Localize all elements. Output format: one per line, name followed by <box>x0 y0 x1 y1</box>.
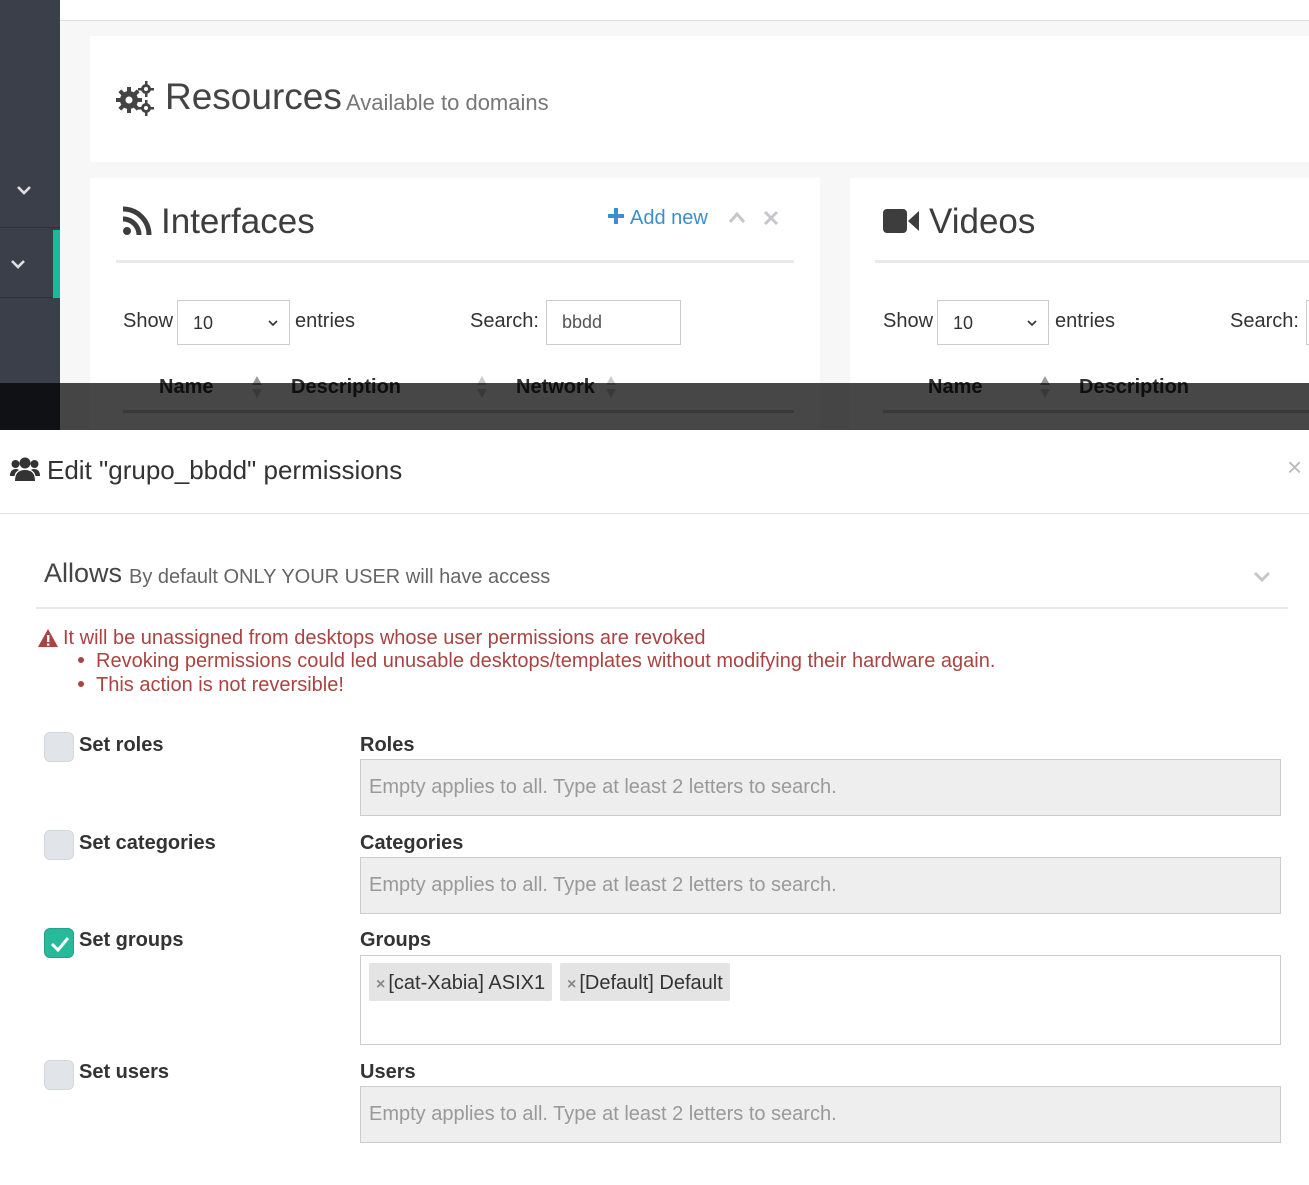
categories-label: Categories <box>360 832 464 854</box>
checkmark-icon <box>50 937 70 953</box>
close-icon[interactable] <box>763 210 779 226</box>
background-page: Resources Available to domains Interface… <box>0 0 1309 430</box>
modal-backdrop[interactable] <box>0 383 1309 430</box>
set-users-label: Set users <box>79 1061 170 1083</box>
entries-label: entries <box>1055 310 1116 332</box>
set-categories-label: Set categories <box>79 832 216 854</box>
entries-label: entries <box>295 310 356 332</box>
chevron-down-icon <box>17 186 31 195</box>
divider <box>116 260 794 263</box>
users-label: Users <box>360 1061 416 1083</box>
groups-input[interactable]: × [cat-Xabia] ASIX1 × [Default] Default <box>360 955 1281 1045</box>
add-new-link[interactable]: Add new <box>630 207 708 230</box>
cogs-icon <box>116 81 154 116</box>
entries-value: 10 <box>193 313 214 333</box>
divider <box>36 607 1288 609</box>
rss-icon <box>122 206 152 236</box>
page-title: Resources <box>165 76 342 117</box>
page-subtitle: Available to domains <box>346 90 549 115</box>
categories-placeholder: Empty applies to all. Type at least 2 le… <box>369 874 837 896</box>
warning-list-item: Revoking permissions could led unusable … <box>78 650 995 673</box>
set-roles-label: Set roles <box>79 734 164 756</box>
show-label: Show <box>883 310 934 332</box>
chevron-down-icon <box>268 320 278 327</box>
roles-input[interactable]: Empty applies to all. Type at least 2 le… <box>360 759 1281 816</box>
group-tag: × [cat-Xabia] ASIX1 <box>369 963 552 1001</box>
search-input[interactable] <box>546 300 681 345</box>
entries-value: 10 <box>953 313 974 333</box>
panel-title: Videos <box>929 202 1036 241</box>
allows-subtitle: By default ONLY YOUR USER will have acce… <box>129 566 551 588</box>
chevron-down-icon[interactable] <box>1252 569 1272 585</box>
users-icon <box>10 457 40 481</box>
warning-list-item: This action is not reversible! <box>78 674 344 697</box>
warning-message: It will be unassigned from desktops whos… <box>63 627 706 649</box>
sidebar <box>0 0 60 430</box>
search-label: Search: <box>1230 310 1299 332</box>
show-label: Show <box>123 310 174 332</box>
modal-header: Edit "grupo_bbdd" permissions × <box>0 430 1309 514</box>
modal-title: Edit "grupo_bbdd" permissions <box>47 455 403 485</box>
entries-select[interactable]: 10 <box>177 300 290 345</box>
modal-close-button[interactable]: × <box>1287 452 1302 483</box>
video-camera-icon <box>883 209 919 233</box>
chevron-down-icon <box>1027 320 1037 327</box>
allows-title: Allows <box>44 558 123 588</box>
top-navbar <box>60 0 1309 21</box>
chevron-up-icon[interactable] <box>728 210 746 224</box>
set-roles-checkbox[interactable] <box>44 732 74 762</box>
tag-remove-icon[interactable]: × <box>567 976 576 993</box>
sidebar-menu-item[interactable] <box>0 160 60 228</box>
warning-icon <box>38 629 58 647</box>
roles-label: Roles <box>360 734 415 756</box>
entries-select[interactable]: 10 <box>937 300 1049 345</box>
set-groups-label: Set groups <box>79 929 184 951</box>
chevron-down-icon <box>11 260 25 269</box>
users-placeholder: Empty applies to all. Type at least 2 le… <box>369 1103 837 1125</box>
sidebar-menu-item-active[interactable] <box>0 230 60 298</box>
groups-label: Groups <box>360 929 432 951</box>
set-categories-checkbox[interactable] <box>44 830 74 860</box>
roles-placeholder: Empty applies to all. Type at least 2 le… <box>369 776 837 798</box>
panel-title: Interfaces <box>161 202 315 241</box>
tag-label: [Default] Default <box>579 972 723 994</box>
search-label: Search: <box>470 310 539 332</box>
set-groups-checkbox[interactable] <box>44 928 74 958</box>
categories-input[interactable]: Empty applies to all. Type at least 2 le… <box>360 857 1281 914</box>
tag-label: [cat-Xabia] ASIX1 <box>388 972 546 994</box>
users-input[interactable]: Empty applies to all. Type at least 2 le… <box>360 1086 1281 1143</box>
permissions-modal: Edit "grupo_bbdd" permissions × Allows B… <box>0 430 1309 1185</box>
divider <box>875 260 1309 263</box>
tag-remove-icon[interactable]: × <box>376 976 385 993</box>
plus-icon <box>608 208 624 224</box>
set-users-checkbox[interactable] <box>44 1060 74 1090</box>
group-tag: × [Default] Default <box>560 963 730 1001</box>
